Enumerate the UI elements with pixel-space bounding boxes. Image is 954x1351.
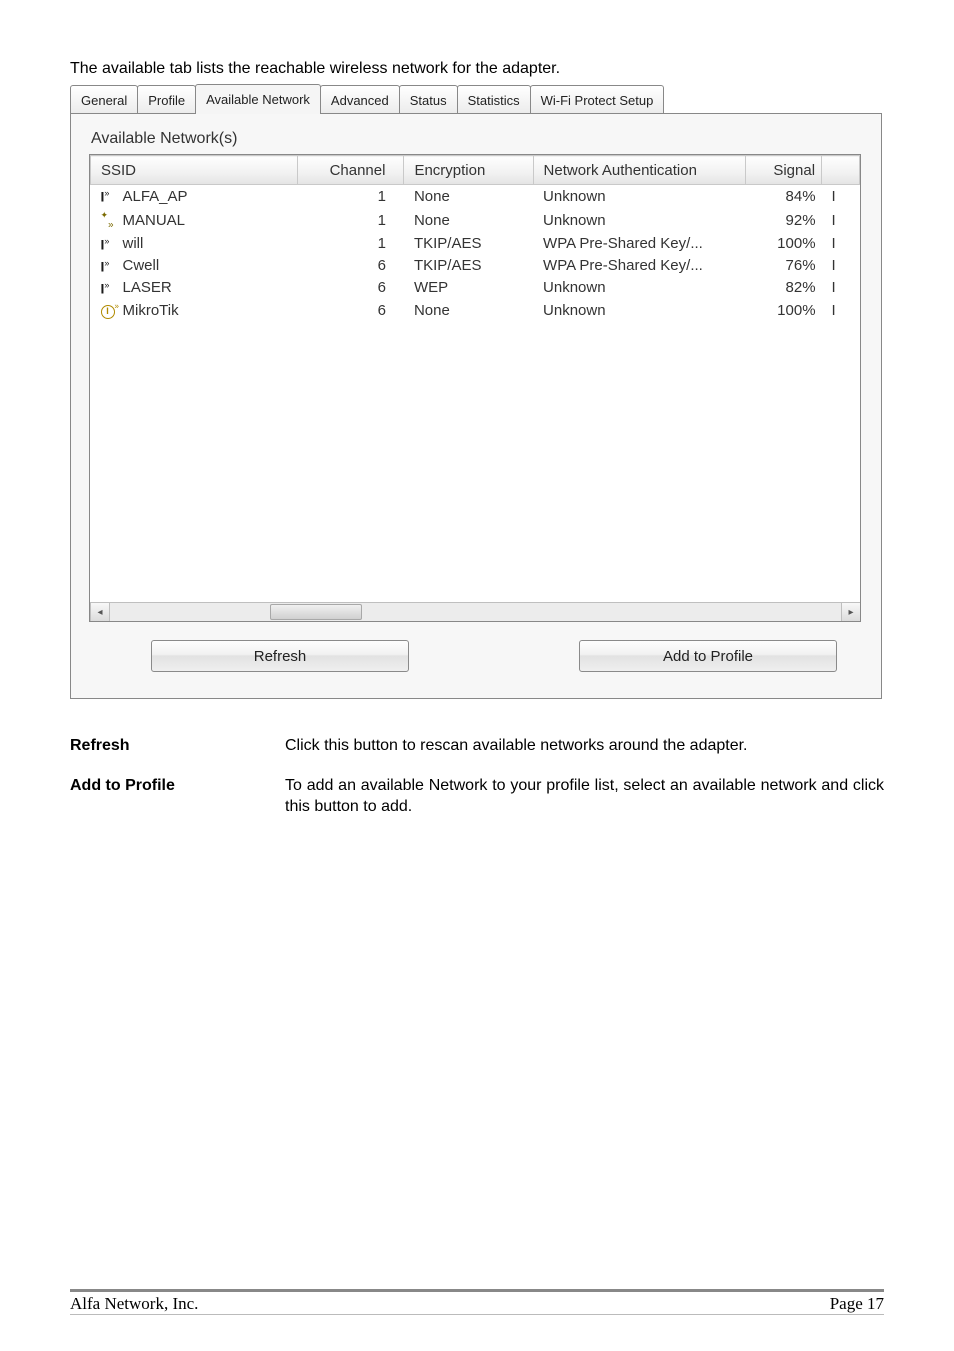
add-to-profile-button[interactable]: Add to Profile <box>579 640 837 672</box>
page-footer: Alfa Network, Inc. Page 17 <box>70 1289 884 1315</box>
tab-profile[interactable]: Profile <box>137 85 196 113</box>
tab-body: Available Network(s) SSID Channel Encryp… <box>70 113 882 699</box>
col-header-channel[interactable]: Channel <box>298 156 404 185</box>
tab-strip: General Profile Available Network Advanc… <box>70 84 882 113</box>
tab-available-network[interactable]: Available Network <box>195 84 321 114</box>
wifi-open-icon: I» <box>101 280 121 297</box>
section-title: Available Network(s) <box>91 130 863 148</box>
descriptions-block: Refresh Click this button to rescan avai… <box>70 735 884 818</box>
table-row[interactable]: ✦»MANUAL1NoneUnknown92%I <box>91 207 860 232</box>
tab-statistics[interactable]: Statistics <box>457 85 531 113</box>
ssid-text: ALFA_AP <box>123 188 188 205</box>
ssid-text: MANUAL <box>123 212 186 229</box>
wifi-open-icon: I» <box>101 188 121 205</box>
scroll-right-icon[interactable]: ▸ <box>841 603 860 621</box>
footer-page: Page 17 <box>830 1294 884 1314</box>
desc-add-text: To add an available Network to your prof… <box>285 775 884 818</box>
wifi-secure-icon: ✦» <box>101 210 121 230</box>
table-row[interactable]: I»Cwell6TKIP/AESWPA Pre-Shared Key/...76… <box>91 254 860 276</box>
horizontal-scrollbar[interactable]: ◂ ▸ <box>90 602 860 621</box>
scroll-track[interactable] <box>110 603 841 621</box>
col-header-encryption[interactable]: Encryption <box>404 156 533 185</box>
ssid-text: MikroTik <box>123 302 179 319</box>
ssid-text: Cwell <box>123 257 160 274</box>
refresh-button[interactable]: Refresh <box>151 640 409 672</box>
ssid-text: will <box>123 235 144 252</box>
table-row[interactable]: I»LASER6WEPUnknown82%I <box>91 276 860 298</box>
wifi-open-icon: I» <box>101 258 121 275</box>
desc-refresh-label: Refresh <box>70 735 285 757</box>
wifi-circle-icon: I» <box>101 301 121 319</box>
table-row[interactable]: I»MikroTik6NoneUnknown100%I <box>91 298 860 321</box>
table-row[interactable]: I»ALFA_AP1NoneUnknown84%I <box>91 185 860 208</box>
col-header-authentication[interactable]: Network Authentication <box>533 156 745 185</box>
desc-add-label: Add to Profile <box>70 775 285 818</box>
wifi-open-icon: I» <box>101 236 121 253</box>
ssid-text: LASER <box>123 279 172 296</box>
footer-company: Alfa Network, Inc. <box>70 1294 198 1314</box>
col-header-extra[interactable] <box>822 156 860 185</box>
scroll-left-icon[interactable]: ◂ <box>90 603 110 621</box>
tab-advanced[interactable]: Advanced <box>320 85 400 113</box>
col-header-ssid[interactable]: SSID <box>91 156 298 185</box>
table-row[interactable]: I»will1TKIP/AESWPA Pre-Shared Key/...100… <box>91 232 860 254</box>
network-listview[interactable]: SSID Channel Encryption Network Authenti… <box>89 154 861 622</box>
tab-wps[interactable]: Wi-Fi Protect Setup <box>530 85 665 113</box>
tab-general[interactable]: General <box>70 85 138 113</box>
col-header-signal[interactable]: Signal <box>745 156 822 185</box>
scroll-thumb[interactable] <box>270 604 362 620</box>
desc-refresh-text: Click this button to rescan available ne… <box>285 735 884 757</box>
intro-paragraph: The available tab lists the reachable wi… <box>70 60 884 78</box>
tab-status[interactable]: Status <box>399 85 458 113</box>
dialog-frame: General Profile Available Network Advanc… <box>70 84 882 699</box>
